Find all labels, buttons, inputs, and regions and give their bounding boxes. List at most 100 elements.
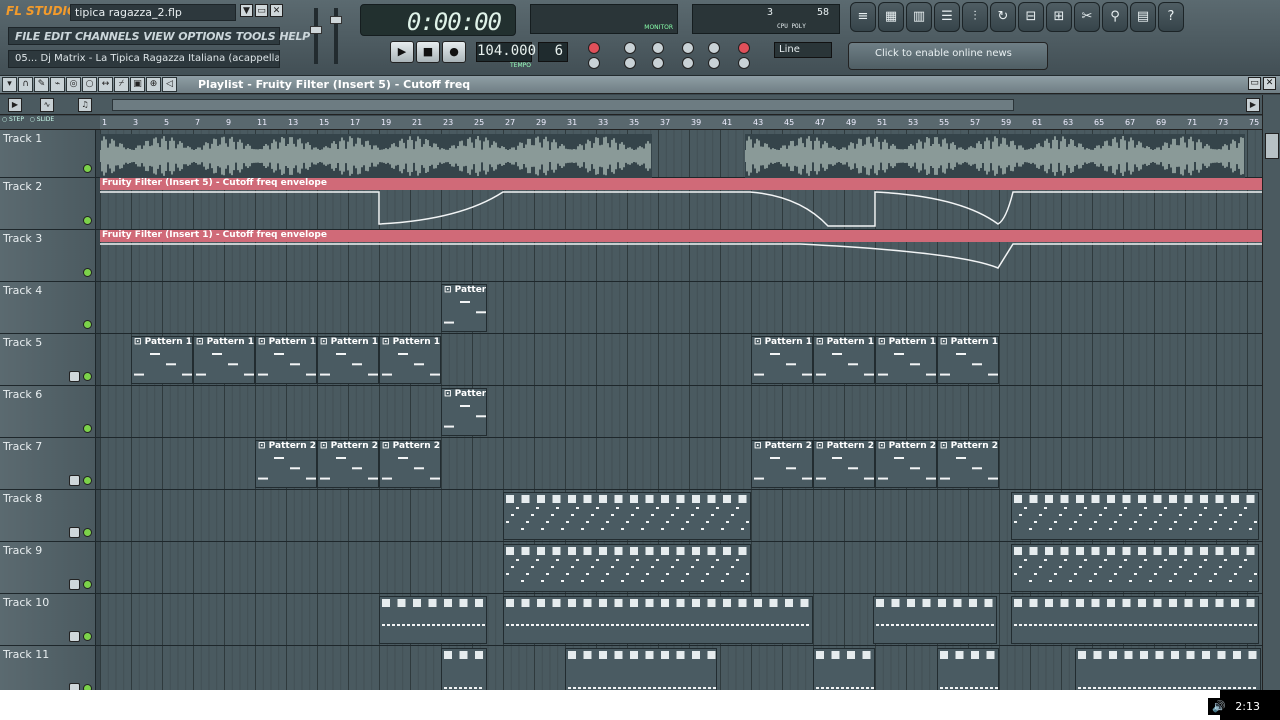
wait-icon[interactable] — [588, 57, 600, 69]
lock-icon[interactable] — [69, 371, 80, 382]
track-lane[interactable]: Fruity Filter (Insert 5) - Cutoff freq e… — [100, 178, 1262, 229]
save-icon[interactable]: ⊟ — [1018, 2, 1044, 32]
track-active-led[interactable] — [83, 424, 92, 433]
track-row[interactable]: Track 10 — [0, 594, 1262, 646]
audio-clip[interactable] — [744, 134, 1245, 178]
pattern-clip[interactable]: ⊡ Pattern 1 — [937, 336, 999, 384]
track-lane[interactable] — [99, 130, 1262, 178]
pattern-clip[interactable]: ⊡ Pattern 1 — [751, 336, 813, 384]
pattern-clip[interactable] — [813, 648, 875, 690]
magnet-icon[interactable]: ∩ — [18, 77, 33, 92]
scroll-thumb[interactable] — [112, 99, 1014, 111]
volume-icon[interactable]: 🔊 — [1208, 698, 1230, 715]
track-active-led[interactable] — [83, 476, 92, 485]
pattern-clip[interactable]: ⊡ Pattern 2 — [813, 440, 875, 488]
pattern-clip[interactable]: ⊡ Pattern 1 — [813, 336, 875, 384]
track-lane[interactable]: ⊡ Pattern 2 ⊡ Pattern 2 ⊡ Pattern 2 ⊡ Patte… — [100, 438, 1262, 489]
lock-icon[interactable] — [69, 683, 80, 690]
menu-tools[interactable]: TOOLS — [236, 30, 276, 43]
close-icon[interactable]: ✕ — [270, 4, 283, 17]
search-icon[interactable]: ⚲ — [1102, 2, 1128, 32]
step-slide-toggle[interactable]: ○ STEP ○ SLIDE — [0, 116, 100, 130]
track-lane[interactable] — [100, 490, 1262, 541]
track-row[interactable]: Track 6 ⊡ Patter... — [0, 386, 1262, 438]
track-row[interactable]: Track 11 — [0, 646, 1262, 690]
menu-options[interactable]: OPTIONS — [178, 30, 232, 43]
track-row[interactable]: Track 5 ⊡ Pattern 1 ⊡ Pattern 1 ⊡ Pattern 1… — [0, 334, 1262, 386]
pattern-clip[interactable]: ⊡ Patter... — [441, 388, 487, 436]
export-icon[interactable]: ⊞ — [1046, 2, 1072, 32]
track-active-led[interactable] — [83, 372, 92, 381]
track-row[interactable]: Track 8 — [0, 490, 1262, 542]
speaker-icon[interactable]: ◁ — [162, 77, 177, 92]
document-icon[interactable]: ▤ — [1130, 2, 1156, 32]
pattern-clip[interactable] — [1011, 544, 1259, 592]
pattern-clip[interactable] — [503, 544, 751, 592]
pattern-clip[interactable]: ⊡ Pattern 2 — [751, 440, 813, 488]
pattern-clip[interactable]: ⊡ Pattern 2 — [875, 440, 937, 488]
step-icon[interactable] — [624, 42, 636, 54]
scroll-icon[interactable] — [682, 57, 694, 69]
track-header[interactable]: Track 2 — [0, 178, 96, 229]
pattern-clip[interactable]: ⊡ Pattern 1 — [379, 336, 441, 384]
envelope-clip-label[interactable]: Fruity Filter (Insert 1) - Cutoff freq e… — [100, 230, 1262, 242]
pattern-clip[interactable] — [441, 648, 487, 690]
note-view-icon[interactable]: ♫ — [78, 98, 92, 112]
overview-icon[interactable] — [708, 57, 720, 69]
track-header[interactable]: Track 3 — [0, 230, 96, 281]
scissors-icon[interactable]: ✂ — [1074, 2, 1100, 32]
pattern-clip[interactable]: ⊡ Pattern 2 — [317, 440, 379, 488]
track-lane[interactable]: ⊡ Patter... — [100, 386, 1262, 437]
close-playlist-icon[interactable]: ✕ — [1263, 77, 1276, 90]
track-row[interactable]: Track 3 Fruity Filter (Insert 1) - Cutoff… — [0, 230, 1262, 282]
pattern-clip[interactable] — [873, 596, 997, 644]
pencil-icon[interactable]: ✎ — [34, 77, 49, 92]
pattern-clip[interactable]: ⊡ Pattern 1 — [255, 336, 317, 384]
track-active-led[interactable] — [83, 216, 92, 225]
slip-icon[interactable]: ↔ — [98, 77, 113, 92]
envelope-curve[interactable] — [100, 242, 1262, 282]
metronome-icon[interactable] — [738, 42, 750, 54]
track-lane[interactable] — [100, 594, 1262, 645]
minimize-icon[interactable]: ▼ — [240, 4, 253, 17]
track-lane[interactable] — [100, 542, 1262, 593]
menu-edit[interactable]: EDIT — [44, 30, 71, 43]
playlist-icon[interactable]: ≡ — [850, 2, 876, 32]
track-row[interactable]: Track 7 ⊡ Pattern 2 ⊡ Pattern 2 ⊡ Pattern 2… — [0, 438, 1262, 490]
pattern-clip[interactable]: ⊡ Pattern 1 — [875, 336, 937, 384]
envelope-clip-label[interactable]: Fruity Filter (Insert 5) - Cutoff freq e… — [100, 178, 1262, 190]
track-lane[interactable]: ⊡ Patter... — [100, 282, 1262, 333]
sound-icon[interactable] — [738, 57, 750, 69]
track-row[interactable]: Track 4 ⊡ Patter... — [0, 282, 1262, 334]
pattern-clip[interactable]: ⊡ Pattern 2 — [379, 440, 441, 488]
track-active-led[interactable] — [83, 268, 92, 277]
pattern-clip[interactable] — [1011, 596, 1259, 644]
slice-icon[interactable]: ⌿ — [114, 77, 129, 92]
lock-icon[interactable] — [69, 475, 80, 486]
delete-icon[interactable]: ◎ — [66, 77, 81, 92]
track-lane[interactable] — [100, 646, 1262, 690]
browser-icon[interactable]: ☰ — [934, 2, 960, 32]
scroll-right-icon[interactable]: ▶ — [1246, 98, 1260, 112]
envelope-curve[interactable] — [100, 190, 1262, 230]
pattern-view-icon[interactable]: ▶ — [8, 98, 22, 112]
track-active-led[interactable] — [83, 528, 92, 537]
pattern-clip[interactable] — [565, 648, 717, 690]
track-active-led[interactable] — [83, 632, 92, 641]
pattern-clip[interactable]: ⊡ Pattern 2 — [255, 440, 317, 488]
master-sliders[interactable] — [306, 4, 346, 70]
mute-icon[interactable] — [652, 57, 664, 69]
pattern-clip[interactable] — [503, 596, 813, 644]
vertical-scrollbar[interactable] — [1262, 95, 1280, 690]
track-active-led[interactable] — [83, 164, 92, 173]
pattern-clip[interactable] — [503, 492, 751, 540]
vscroll-thumb[interactable] — [1265, 133, 1279, 159]
lock-icon[interactable] — [69, 631, 80, 642]
track-row[interactable]: Track 9 — [0, 542, 1262, 594]
stop-button[interactable]: ■ — [416, 41, 440, 63]
pattern-selector[interactable]: 6 — [538, 42, 568, 62]
rec-mode-icon[interactable] — [588, 42, 600, 54]
pattern-clip[interactable] — [379, 596, 487, 644]
lock-icon[interactable] — [69, 527, 80, 538]
pattern-clip[interactable]: ⊡ Pattern 1 — [193, 336, 255, 384]
